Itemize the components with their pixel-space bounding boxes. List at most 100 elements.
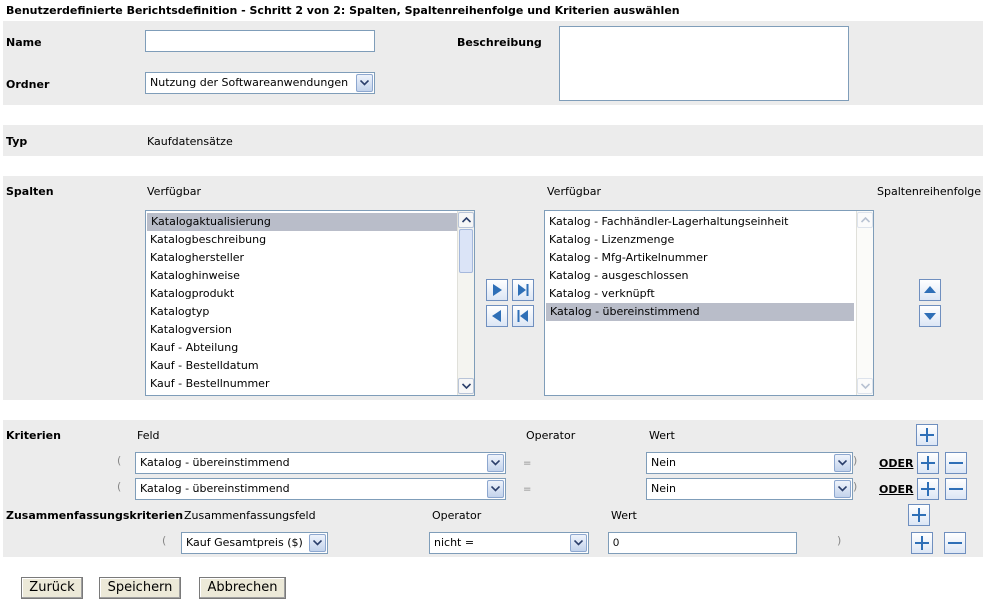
minus-icon: [948, 542, 962, 544]
criteria-label: Kriterien: [6, 429, 61, 442]
plus-icon: [920, 428, 934, 442]
arrow-left-end-icon: [517, 310, 528, 322]
type-label: Typ: [6, 135, 28, 148]
selected-columns-list[interactable]: Katalog - Fachhändler-Lagerhaltungseinhe…: [544, 210, 874, 396]
move-left-button[interactable]: [486, 305, 508, 327]
list-item[interactable]: Katalog - Fachhändler-Lagerhaltungseinhe…: [545, 213, 873, 231]
list-item[interactable]: Kauf - Bestelldatum: [146, 357, 474, 375]
list-item[interactable]: Kataloghersteller: [146, 249, 474, 267]
criteria-value-select[interactable]: Nein: [646, 478, 853, 500]
arrow-left-icon: [492, 310, 501, 322]
list-item[interactable]: Katalog - übereinstimmend: [546, 303, 854, 321]
summary-field-select[interactable]: Kauf Gesamtpreis ($): [181, 532, 328, 554]
move-down-button[interactable]: [919, 305, 941, 327]
move-all-left-button[interactable]: [512, 305, 534, 327]
scroll-thumb[interactable]: [459, 229, 473, 273]
close-paren[interactable]: ): [853, 454, 857, 467]
criteria-operator: =: [523, 458, 532, 469]
chevron-down-icon[interactable]: [570, 534, 587, 552]
add-summary-criteria-button[interactable]: [908, 504, 930, 526]
scroll-down-icon[interactable]: [857, 378, 873, 394]
chevron-down-icon[interactable]: [309, 534, 326, 552]
list-item[interactable]: Katalogbeschreibung: [146, 231, 474, 249]
move-up-button[interactable]: [919, 279, 941, 301]
summary-criteria-label: Zusammenfassungskriterien: [6, 509, 184, 522]
folder-select[interactable]: Nutzung der Softwareanwendungen: [145, 72, 375, 94]
cancel-button[interactable]: Abbrechen: [199, 577, 286, 599]
add-criteria-button[interactable]: [916, 424, 938, 446]
selected-scrollbar[interactable]: [856, 211, 873, 395]
move-right-button[interactable]: [486, 279, 508, 301]
criteria-value-select[interactable]: Nein: [646, 452, 853, 474]
summary-operator-select[interactable]: nicht =: [429, 532, 589, 554]
scroll-down-icon[interactable]: [458, 378, 474, 394]
save-button[interactable]: Speichern: [99, 577, 181, 599]
chevron-down-icon[interactable]: [487, 480, 504, 498]
arrow-right-icon: [493, 284, 502, 296]
list-item[interactable]: Katalogaktualisierung: [147, 213, 457, 231]
chevron-down-icon[interactable]: [834, 480, 851, 498]
list-item[interactable]: Katalog - verknüpft: [545, 285, 873, 303]
page-title: Benutzerdefinierte Berichtsdefinition - …: [6, 4, 680, 17]
open-paren[interactable]: (: [117, 480, 121, 493]
chevron-down-icon[interactable]: [834, 454, 851, 472]
list-item[interactable]: Katalog - Lizenzmenge: [545, 231, 873, 249]
criteria-value-value: Nein: [651, 456, 677, 469]
arrow-right-end-icon: [518, 284, 529, 296]
folder-label: Ordner: [6, 78, 50, 91]
or-link[interactable]: ODER: [879, 457, 913, 470]
list-item[interactable]: Katalogtyp: [146, 303, 474, 321]
list-item[interactable]: Kataloghinweise: [146, 267, 474, 285]
open-paren[interactable]: (: [162, 534, 166, 547]
list-item[interactable]: Katalogversion: [146, 321, 474, 339]
criteria-operator: =: [523, 484, 532, 495]
list-item[interactable]: Kauf - Bestellnummer: [146, 375, 474, 393]
list-item[interactable]: Kauf - Abteilung: [146, 339, 474, 357]
name-label: Name: [6, 36, 42, 49]
criteria-operator-header: Operator: [526, 429, 576, 442]
column-order-header: Spaltenreihenfolge: [877, 185, 982, 198]
add-row-button[interactable]: [917, 452, 939, 474]
chevron-down-icon[interactable]: [487, 454, 504, 472]
add-summary-row-button[interactable]: [911, 532, 933, 554]
list-item[interactable]: Katalogprodukt: [146, 285, 474, 303]
remove-summary-row-button[interactable]: [944, 532, 966, 554]
open-paren[interactable]: (: [117, 454, 121, 467]
description-label: Beschreibung: [457, 36, 542, 49]
plus-icon: [915, 536, 929, 550]
plus-icon: [921, 482, 935, 496]
summary-operator-value: nicht =: [434, 536, 475, 549]
back-button[interactable]: Zurück: [21, 577, 83, 599]
list-item[interactable]: Katalog - ausgeschlossen: [545, 267, 873, 285]
summary-field-header: Zusammenfassungsfeld: [184, 509, 316, 522]
list-item[interactable]: Katalog - Mfg-Artikelnummer: [545, 249, 873, 267]
columns-label: Spalten: [6, 185, 54, 198]
available-columns-list[interactable]: Katalogaktualisierung Katalogbeschreibun…: [145, 210, 475, 396]
add-row-button[interactable]: [917, 478, 939, 500]
summary-value-header: Wert: [611, 509, 637, 522]
minus-icon: [949, 462, 963, 464]
criteria-value-header: Wert: [649, 429, 675, 442]
summary-operator-header: Operator: [432, 509, 482, 522]
folder-select-value: Nutzung der Softwareanwendungen: [150, 76, 349, 89]
available-scrollbar[interactable]: [457, 211, 474, 395]
remove-row-button[interactable]: [945, 478, 967, 500]
selected-header: Verfügbar: [547, 185, 602, 198]
name-field[interactable]: [145, 30, 375, 52]
plus-icon: [912, 508, 926, 522]
criteria-field-select[interactable]: Katalog - übereinstimmend: [135, 478, 506, 500]
scroll-up-icon[interactable]: [458, 212, 474, 228]
summary-value-input[interactable]: [608, 532, 797, 554]
move-all-right-button[interactable]: [512, 279, 534, 301]
criteria-field-select[interactable]: Katalog - übereinstimmend: [135, 452, 506, 474]
summary-field-value: Kauf Gesamtpreis ($): [186, 536, 303, 549]
scroll-up-icon[interactable]: [857, 212, 873, 228]
arrow-up-icon: [924, 286, 936, 293]
close-paren[interactable]: ): [853, 480, 857, 493]
chevron-down-icon[interactable]: [356, 74, 373, 92]
remove-row-button[interactable]: [945, 452, 967, 474]
or-link[interactable]: ODER: [879, 483, 913, 496]
close-paren[interactable]: ): [837, 534, 841, 547]
description-field[interactable]: [559, 26, 849, 101]
type-value: Kaufdatensätze: [147, 135, 233, 148]
